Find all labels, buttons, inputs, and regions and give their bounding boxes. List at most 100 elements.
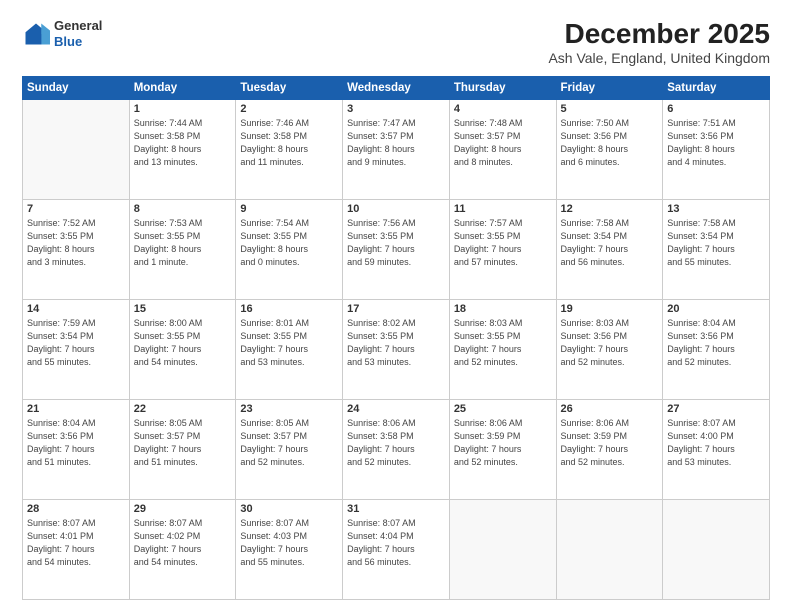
day-info: Sunrise: 7:52 AMSunset: 3:55 PMDaylight:… bbox=[27, 217, 125, 269]
calendar-day-cell bbox=[663, 500, 770, 600]
calendar-header-cell: Sunday bbox=[23, 77, 130, 100]
day-number: 25 bbox=[454, 403, 552, 415]
calendar-day-cell: 5Sunrise: 7:50 AMSunset: 3:56 PMDaylight… bbox=[556, 100, 663, 200]
day-info: Sunrise: 8:02 AMSunset: 3:55 PMDaylight:… bbox=[347, 317, 445, 369]
calendar-day-cell: 1Sunrise: 7:44 AMSunset: 3:58 PMDaylight… bbox=[129, 100, 236, 200]
day-info: Sunrise: 8:05 AMSunset: 3:57 PMDaylight:… bbox=[240, 417, 338, 469]
calendar-day-cell: 12 Sunrise: 7:58 AMSunset: 3:54 PMDayligh… bbox=[556, 200, 663, 300]
day-number: 28 bbox=[27, 503, 125, 515]
calendar-body: 1Sunrise: 7:44 AMSunset: 3:58 PMDaylight… bbox=[23, 100, 770, 600]
calendar-day-cell: 22 Sunrise: 8:05 AMSunset: 3:57 PMDayligh… bbox=[129, 400, 236, 500]
day-number: 1 bbox=[134, 103, 232, 115]
day-number: 17 bbox=[347, 303, 445, 315]
main-title: December 2025 bbox=[548, 18, 770, 50]
logo: General Blue bbox=[22, 18, 102, 49]
calendar-day-cell: 27 Sunrise: 8:07 AMSunset: 4:00 PMDayligh… bbox=[663, 400, 770, 500]
calendar-day-cell: 11Sunrise: 7:57 AMSunset: 3:55 PMDayligh… bbox=[449, 200, 556, 300]
day-info: Sunrise: 7:59 AMSunset: 3:54 PMDaylight:… bbox=[27, 317, 125, 369]
day-number: 6 bbox=[667, 103, 765, 115]
calendar-header-cell: Saturday bbox=[663, 77, 770, 100]
day-number: 16 bbox=[240, 303, 338, 315]
day-number: 4 bbox=[454, 103, 552, 115]
day-number: 24 bbox=[347, 403, 445, 415]
calendar-table: SundayMondayTuesdayWednesdayThursdayFrid… bbox=[22, 76, 770, 600]
day-info: Sunrise: 8:07 AMSunset: 4:01 PMDaylight:… bbox=[27, 517, 125, 569]
day-info: Sunrise: 8:04 AMSunset: 3:56 PMDaylight:… bbox=[667, 317, 765, 369]
day-number: 5 bbox=[561, 103, 659, 115]
day-number: 18 bbox=[454, 303, 552, 315]
calendar-week-row: 14 Sunrise: 7:59 AMSunset: 3:54 PMDayligh… bbox=[23, 300, 770, 400]
day-number: 31 bbox=[347, 503, 445, 515]
day-number: 9 bbox=[240, 203, 338, 215]
day-number: 27 bbox=[667, 403, 765, 415]
logo-icon bbox=[22, 20, 50, 48]
calendar-day-cell: 17 Sunrise: 8:02 AMSunset: 3:55 PMDayligh… bbox=[343, 300, 450, 400]
day-number: 7 bbox=[27, 203, 125, 215]
day-number: 19 bbox=[561, 303, 659, 315]
calendar-header-cell: Tuesday bbox=[236, 77, 343, 100]
day-info: Sunrise: 7:48 AMSunset: 3:57 PMDaylight:… bbox=[454, 117, 552, 169]
header: General Blue December 2025 Ash Vale, Eng… bbox=[22, 18, 770, 66]
day-info: Sunrise: 7:58 AMSunset: 3:54 PMDaylight:… bbox=[561, 217, 659, 269]
calendar-day-cell: 16Sunrise: 8:01 AMSunset: 3:55 PMDayligh… bbox=[236, 300, 343, 400]
calendar-week-row: 7 Sunrise: 7:52 AMSunset: 3:55 PMDaylight… bbox=[23, 200, 770, 300]
day-number: 22 bbox=[134, 403, 232, 415]
title-block: December 2025 Ash Vale, England, United … bbox=[548, 18, 770, 66]
calendar-day-cell bbox=[556, 500, 663, 600]
day-number: 26 bbox=[561, 403, 659, 415]
day-info: Sunrise: 7:51 AMSunset: 3:56 PMDaylight:… bbox=[667, 117, 765, 169]
calendar-day-cell: 25 Sunrise: 8:06 AMSunset: 3:59 PMDayligh… bbox=[449, 400, 556, 500]
calendar-day-cell bbox=[23, 100, 130, 200]
calendar-day-cell: 6 Sunrise: 7:51 AMSunset: 3:56 PMDaylight… bbox=[663, 100, 770, 200]
calendar-day-cell: 4 Sunrise: 7:48 AMSunset: 3:57 PMDaylight… bbox=[449, 100, 556, 200]
calendar-day-cell: 10 Sunrise: 7:56 AMSunset: 3:55 PMDayligh… bbox=[343, 200, 450, 300]
day-info: Sunrise: 8:07 AMSunset: 4:03 PMDaylight:… bbox=[240, 517, 338, 569]
logo-line1: General bbox=[54, 18, 102, 34]
day-info: Sunrise: 7:53 AMSunset: 3:55 PMDaylight:… bbox=[134, 217, 232, 269]
calendar-day-cell: 3Sunrise: 7:47 AMSunset: 3:57 PMDaylight… bbox=[343, 100, 450, 200]
calendar-week-row: 1Sunrise: 7:44 AMSunset: 3:58 PMDaylight… bbox=[23, 100, 770, 200]
calendar-header-cell: Monday bbox=[129, 77, 236, 100]
day-number: 13 bbox=[667, 203, 765, 215]
calendar-day-cell: 15 Sunrise: 8:00 AMSunset: 3:55 PMDayligh… bbox=[129, 300, 236, 400]
calendar-week-row: 28 Sunrise: 8:07 AMSunset: 4:01 PMDayligh… bbox=[23, 500, 770, 600]
day-number: 15 bbox=[134, 303, 232, 315]
day-number: 12 bbox=[561, 203, 659, 215]
day-info: Sunrise: 8:07 AMSunset: 4:00 PMDaylight:… bbox=[667, 417, 765, 469]
day-number: 21 bbox=[27, 403, 125, 415]
day-info: Sunrise: 8:04 AMSunset: 3:56 PMDaylight:… bbox=[27, 417, 125, 469]
day-number: 11 bbox=[454, 203, 552, 215]
day-info: Sunrise: 8:05 AMSunset: 3:57 PMDaylight:… bbox=[134, 417, 232, 469]
day-info: Sunrise: 8:06 AMSunset: 3:59 PMDaylight:… bbox=[454, 417, 552, 469]
calendar-day-cell: 19 Sunrise: 8:03 AMSunset: 3:56 PMDayligh… bbox=[556, 300, 663, 400]
day-info: Sunrise: 7:47 AMSunset: 3:57 PMDaylight:… bbox=[347, 117, 445, 169]
day-info: Sunrise: 7:58 AMSunset: 3:54 PMDaylight:… bbox=[667, 217, 765, 269]
day-number: 29 bbox=[134, 503, 232, 515]
day-info: Sunrise: 8:03 AMSunset: 3:55 PMDaylight:… bbox=[454, 317, 552, 369]
calendar-day-cell: 2 Sunrise: 7:46 AMSunset: 3:58 PMDaylight… bbox=[236, 100, 343, 200]
day-number: 2 bbox=[240, 103, 338, 115]
day-info: Sunrise: 8:00 AMSunset: 3:55 PMDaylight:… bbox=[134, 317, 232, 369]
day-number: 14 bbox=[27, 303, 125, 315]
day-number: 30 bbox=[240, 503, 338, 515]
calendar-day-cell: 31Sunrise: 8:07 AMSunset: 4:04 PMDayligh… bbox=[343, 500, 450, 600]
day-number: 8 bbox=[134, 203, 232, 215]
calendar-day-cell: 9Sunrise: 7:54 AMSunset: 3:55 PMDaylight… bbox=[236, 200, 343, 300]
day-info: Sunrise: 8:03 AMSunset: 3:56 PMDaylight:… bbox=[561, 317, 659, 369]
day-number: 10 bbox=[347, 203, 445, 215]
day-info: Sunrise: 8:06 AMSunset: 3:59 PMDaylight:… bbox=[561, 417, 659, 469]
calendar-day-cell: 26 Sunrise: 8:06 AMSunset: 3:59 PMDayligh… bbox=[556, 400, 663, 500]
logo-text: General Blue bbox=[54, 18, 102, 49]
calendar-day-cell: 8 Sunrise: 7:53 AMSunset: 3:55 PMDaylight… bbox=[129, 200, 236, 300]
calendar-day-cell: 28 Sunrise: 8:07 AMSunset: 4:01 PMDayligh… bbox=[23, 500, 130, 600]
calendar-header-cell: Wednesday bbox=[343, 77, 450, 100]
day-number: 20 bbox=[667, 303, 765, 315]
calendar-day-cell: 7 Sunrise: 7:52 AMSunset: 3:55 PMDaylight… bbox=[23, 200, 130, 300]
logo-line2: Blue bbox=[54, 34, 102, 50]
calendar-day-cell: 21 Sunrise: 8:04 AMSunset: 3:56 PMDayligh… bbox=[23, 400, 130, 500]
day-info: Sunrise: 7:46 AMSunset: 3:58 PMDaylight:… bbox=[240, 117, 338, 169]
day-info: Sunrise: 7:56 AMSunset: 3:55 PMDaylight:… bbox=[347, 217, 445, 269]
calendar-day-cell: 23Sunrise: 8:05 AMSunset: 3:57 PMDayligh… bbox=[236, 400, 343, 500]
calendar-day-cell: 30 Sunrise: 8:07 AMSunset: 4:03 PMDayligh… bbox=[236, 500, 343, 600]
calendar-day-cell: 29Sunrise: 8:07 AMSunset: 4:02 PMDayligh… bbox=[129, 500, 236, 600]
